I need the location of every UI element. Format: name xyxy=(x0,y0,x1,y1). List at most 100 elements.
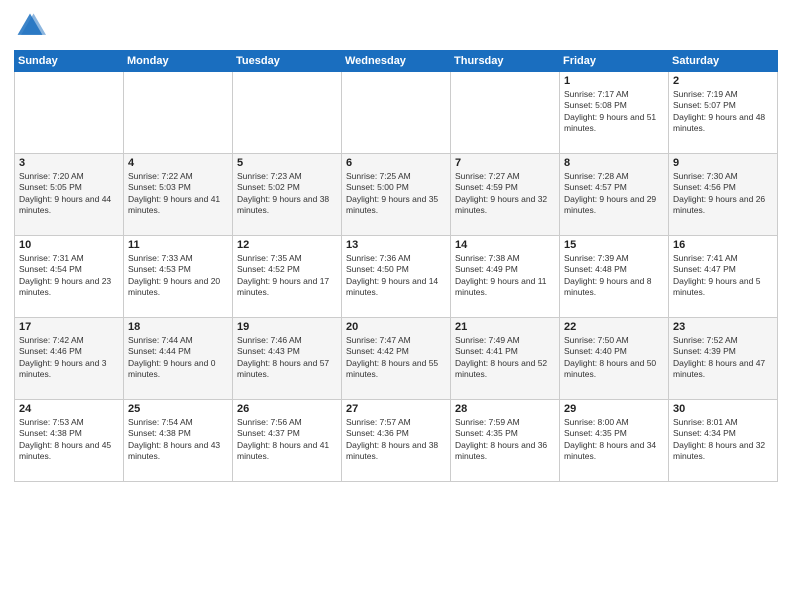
calendar-cell xyxy=(451,72,560,154)
day-number: 19 xyxy=(237,321,337,333)
calendar-cell: 16 Sunrise: 7:41 AM Sunset: 4:47 PM Dayli… xyxy=(669,236,778,318)
day-info: Sunrise: 7:50 AM Sunset: 4:40 PM Dayligh… xyxy=(564,335,664,381)
day-number: 25 xyxy=(128,403,228,415)
logo xyxy=(14,10,50,42)
calendar-cell: 17 Sunrise: 7:42 AM Sunset: 4:46 PM Dayli… xyxy=(15,318,124,400)
day-number: 16 xyxy=(673,239,773,251)
day-info: Sunrise: 7:35 AM Sunset: 4:52 PM Dayligh… xyxy=(237,253,337,299)
day-info: Sunrise: 7:54 AM Sunset: 4:38 PM Dayligh… xyxy=(128,417,228,463)
day-number: 10 xyxy=(19,239,119,251)
day-info: Sunrise: 8:01 AM Sunset: 4:34 PM Dayligh… xyxy=(673,417,773,463)
calendar-cell: 26 Sunrise: 7:56 AM Sunset: 4:37 PM Dayli… xyxy=(233,400,342,482)
day-number: 26 xyxy=(237,403,337,415)
day-number: 29 xyxy=(564,403,664,415)
calendar-cell: 15 Sunrise: 7:39 AM Sunset: 4:48 PM Dayli… xyxy=(560,236,669,318)
day-info: Sunrise: 7:59 AM Sunset: 4:35 PM Dayligh… xyxy=(455,417,555,463)
day-info: Sunrise: 7:36 AM Sunset: 4:50 PM Dayligh… xyxy=(346,253,446,299)
calendar-cell: 20 Sunrise: 7:47 AM Sunset: 4:42 PM Dayli… xyxy=(342,318,451,400)
header xyxy=(14,10,778,42)
day-number: 24 xyxy=(19,403,119,415)
day-info: Sunrise: 7:23 AM Sunset: 5:02 PM Dayligh… xyxy=(237,171,337,217)
page: SundayMondayTuesdayWednesdayThursdayFrid… xyxy=(0,0,792,612)
day-number: 14 xyxy=(455,239,555,251)
day-info: Sunrise: 7:17 AM Sunset: 5:08 PM Dayligh… xyxy=(564,89,664,135)
day-number: 11 xyxy=(128,239,228,251)
day-number: 6 xyxy=(346,157,446,169)
calendar-cell: 30 Sunrise: 8:01 AM Sunset: 4:34 PM Dayli… xyxy=(669,400,778,482)
day-number: 9 xyxy=(673,157,773,169)
day-info: Sunrise: 7:25 AM Sunset: 5:00 PM Dayligh… xyxy=(346,171,446,217)
calendar-cell xyxy=(124,72,233,154)
calendar-cell: 4Sunrise: 7:22 AM Sunset: 5:03 PM Daylig… xyxy=(124,154,233,236)
day-info: Sunrise: 7:49 AM Sunset: 4:41 PM Dayligh… xyxy=(455,335,555,381)
calendar-cell: 19 Sunrise: 7:46 AM Sunset: 4:43 PM Dayli… xyxy=(233,318,342,400)
day-info: Sunrise: 7:46 AM Sunset: 4:43 PM Dayligh… xyxy=(237,335,337,381)
calendar-cell: 10 Sunrise: 7:31 AM Sunset: 4:54 PM Dayli… xyxy=(15,236,124,318)
day-info: Sunrise: 7:52 AM Sunset: 4:39 PM Dayligh… xyxy=(673,335,773,381)
calendar-cell: 13 Sunrise: 7:36 AM Sunset: 4:50 PM Dayli… xyxy=(342,236,451,318)
day-number: 1 xyxy=(564,75,664,87)
week-row-5: 24 Sunrise: 7:53 AM Sunset: 4:38 PM Dayli… xyxy=(15,400,778,482)
calendar-cell: 14 Sunrise: 7:38 AM Sunset: 4:49 PM Dayli… xyxy=(451,236,560,318)
day-info: Sunrise: 7:31 AM Sunset: 4:54 PM Dayligh… xyxy=(19,253,119,299)
day-number: 3 xyxy=(19,157,119,169)
header-day-wednesday: Wednesday xyxy=(342,51,451,72)
day-number: 15 xyxy=(564,239,664,251)
calendar-cell: 22 Sunrise: 7:50 AM Sunset: 4:40 PM Dayli… xyxy=(560,318,669,400)
week-row-1: 1 Sunrise: 7:17 AM Sunset: 5:08 PM Daylig… xyxy=(15,72,778,154)
day-info: Sunrise: 7:20 AM Sunset: 5:05 PM Dayligh… xyxy=(19,171,119,217)
header-row: SundayMondayTuesdayWednesdayThursdayFrid… xyxy=(15,51,778,72)
day-info: Sunrise: 7:44 AM Sunset: 4:44 PM Dayligh… xyxy=(128,335,228,381)
calendar-cell xyxy=(342,72,451,154)
day-number: 30 xyxy=(673,403,773,415)
day-number: 21 xyxy=(455,321,555,333)
calendar-cell: 29 Sunrise: 8:00 AM Sunset: 4:35 PM Dayli… xyxy=(560,400,669,482)
day-number: 23 xyxy=(673,321,773,333)
day-info: Sunrise: 7:53 AM Sunset: 4:38 PM Dayligh… xyxy=(19,417,119,463)
calendar-cell: 25 Sunrise: 7:54 AM Sunset: 4:38 PM Dayli… xyxy=(124,400,233,482)
calendar-cell: 21 Sunrise: 7:49 AM Sunset: 4:41 PM Dayli… xyxy=(451,318,560,400)
day-info: Sunrise: 7:19 AM Sunset: 5:07 PM Dayligh… xyxy=(673,89,773,135)
calendar-cell: 27Sunrise: 7:57 AM Sunset: 4:36 PM Dayli… xyxy=(342,400,451,482)
day-number: 20 xyxy=(346,321,446,333)
day-number: 17 xyxy=(19,321,119,333)
calendar-cell: 24 Sunrise: 7:53 AM Sunset: 4:38 PM Dayli… xyxy=(15,400,124,482)
calendar-cell: 9Sunrise: 7:30 AM Sunset: 4:56 PM Daylig… xyxy=(669,154,778,236)
day-info: Sunrise: 7:42 AM Sunset: 4:46 PM Dayligh… xyxy=(19,335,119,381)
calendar-table: SundayMondayTuesdayWednesdayThursdayFrid… xyxy=(14,50,778,482)
calendar-cell: 23 Sunrise: 7:52 AM Sunset: 4:39 PM Dayli… xyxy=(669,318,778,400)
day-number: 13 xyxy=(346,239,446,251)
calendar-cell: 3 Sunrise: 7:20 AM Sunset: 5:05 PM Daylig… xyxy=(15,154,124,236)
logo-icon xyxy=(14,10,46,42)
week-row-2: 3 Sunrise: 7:20 AM Sunset: 5:05 PM Daylig… xyxy=(15,154,778,236)
day-info: Sunrise: 7:56 AM Sunset: 4:37 PM Dayligh… xyxy=(237,417,337,463)
calendar-cell: 11Sunrise: 7:33 AM Sunset: 4:53 PM Dayli… xyxy=(124,236,233,318)
calendar-cell: 28 Sunrise: 7:59 AM Sunset: 4:35 PM Dayli… xyxy=(451,400,560,482)
day-info: Sunrise: 7:27 AM Sunset: 4:59 PM Dayligh… xyxy=(455,171,555,217)
week-row-4: 17 Sunrise: 7:42 AM Sunset: 4:46 PM Dayli… xyxy=(15,318,778,400)
day-number: 2 xyxy=(673,75,773,87)
day-info: Sunrise: 8:00 AM Sunset: 4:35 PM Dayligh… xyxy=(564,417,664,463)
calendar-cell: 8 Sunrise: 7:28 AM Sunset: 4:57 PM Daylig… xyxy=(560,154,669,236)
day-info: Sunrise: 7:28 AM Sunset: 4:57 PM Dayligh… xyxy=(564,171,664,217)
day-info: Sunrise: 7:38 AM Sunset: 4:49 PM Dayligh… xyxy=(455,253,555,299)
day-number: 4 xyxy=(128,157,228,169)
day-number: 8 xyxy=(564,157,664,169)
header-day-tuesday: Tuesday xyxy=(233,51,342,72)
header-day-sunday: Sunday xyxy=(15,51,124,72)
day-number: 27 xyxy=(346,403,446,415)
calendar-cell xyxy=(233,72,342,154)
week-row-3: 10 Sunrise: 7:31 AM Sunset: 4:54 PM Dayli… xyxy=(15,236,778,318)
calendar-cell: 2 Sunrise: 7:19 AM Sunset: 5:07 PM Daylig… xyxy=(669,72,778,154)
header-day-friday: Friday xyxy=(560,51,669,72)
calendar-cell: 1 Sunrise: 7:17 AM Sunset: 5:08 PM Daylig… xyxy=(560,72,669,154)
day-number: 28 xyxy=(455,403,555,415)
calendar-cell xyxy=(15,72,124,154)
calendar-cell: 6 Sunrise: 7:25 AM Sunset: 5:00 PM Daylig… xyxy=(342,154,451,236)
calendar-cell: 7Sunrise: 7:27 AM Sunset: 4:59 PM Daylig… xyxy=(451,154,560,236)
day-info: Sunrise: 7:39 AM Sunset: 4:48 PM Dayligh… xyxy=(564,253,664,299)
day-info: Sunrise: 7:41 AM Sunset: 4:47 PM Dayligh… xyxy=(673,253,773,299)
day-info: Sunrise: 7:47 AM Sunset: 4:42 PM Dayligh… xyxy=(346,335,446,381)
day-number: 18 xyxy=(128,321,228,333)
day-number: 22 xyxy=(564,321,664,333)
